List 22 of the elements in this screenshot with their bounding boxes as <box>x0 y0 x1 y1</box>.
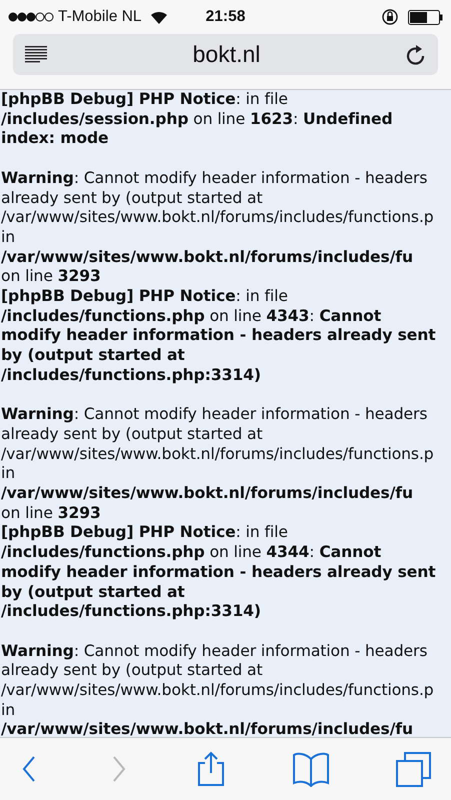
tabs-button[interactable] <box>396 752 431 786</box>
rotation-lock-icon <box>382 9 398 25</box>
notice-message: [phpBB Debug] PHP Notice: in file /includes/functions.php on line 4343: Cannot modify header information - headers already sent by (output started at /includes/functions.php:3314) <box>1 287 436 386</box>
notice-message: [phpBB Debug] PHP Notice: in file /includes/session.php on line 1623: Undefined index: mode <box>1 90 393 150</box>
warning-message: Warning: Cannot modify header information - headers already sent by (output started at /var/www/sites/www.bokt.nl/forums/includes/functions.p in /var/www/sites/www.bokt.nl/forums/includes/fu on line 3293 <box>1 168 434 288</box>
battery-icon <box>408 10 443 24</box>
warning-message: Warning: Cannot modify header information - headers already sent by (output started at /var/www/sites/www.bokt.nl/forums/includes/functions.p in /var/www/sites/www.bokt.nl/forums/includes/fu on line 3293 <box>1 405 434 524</box>
clock-time: 21:58 <box>206 8 246 26</box>
share-button[interactable] <box>197 751 225 787</box>
carrier-name: T-Mobile NL <box>58 8 142 26</box>
wifi-icon <box>150 10 168 24</box>
signal-icon <box>8 12 54 22</box>
tabs-icon <box>396 752 431 786</box>
share-icon <box>197 751 225 787</box>
url-text: bokt.nl <box>192 41 262 68</box>
reload-icon[interactable] <box>406 44 426 66</box>
bookmarks-button[interactable] <box>292 751 328 787</box>
notice-message: [phpBB Debug] PHP Notice: in file /includes/functions.php on line 4344: Cannot modify header information - headers already sent by (output started at /includes/functions.php:3314) <box>1 523 436 622</box>
book-icon <box>292 751 328 787</box>
address-bar[interactable]: bokt.nl <box>13 34 438 75</box>
reader-icon[interactable] <box>25 46 47 64</box>
warning-message: Warning: Cannot modify header information - headers already sent by (output started at /var/www/sites/www.bokt.nl/forums/includes/functions.p in /var/www/sites/www.bokt.nl/forums/includes/fu <box>1 642 434 737</box>
